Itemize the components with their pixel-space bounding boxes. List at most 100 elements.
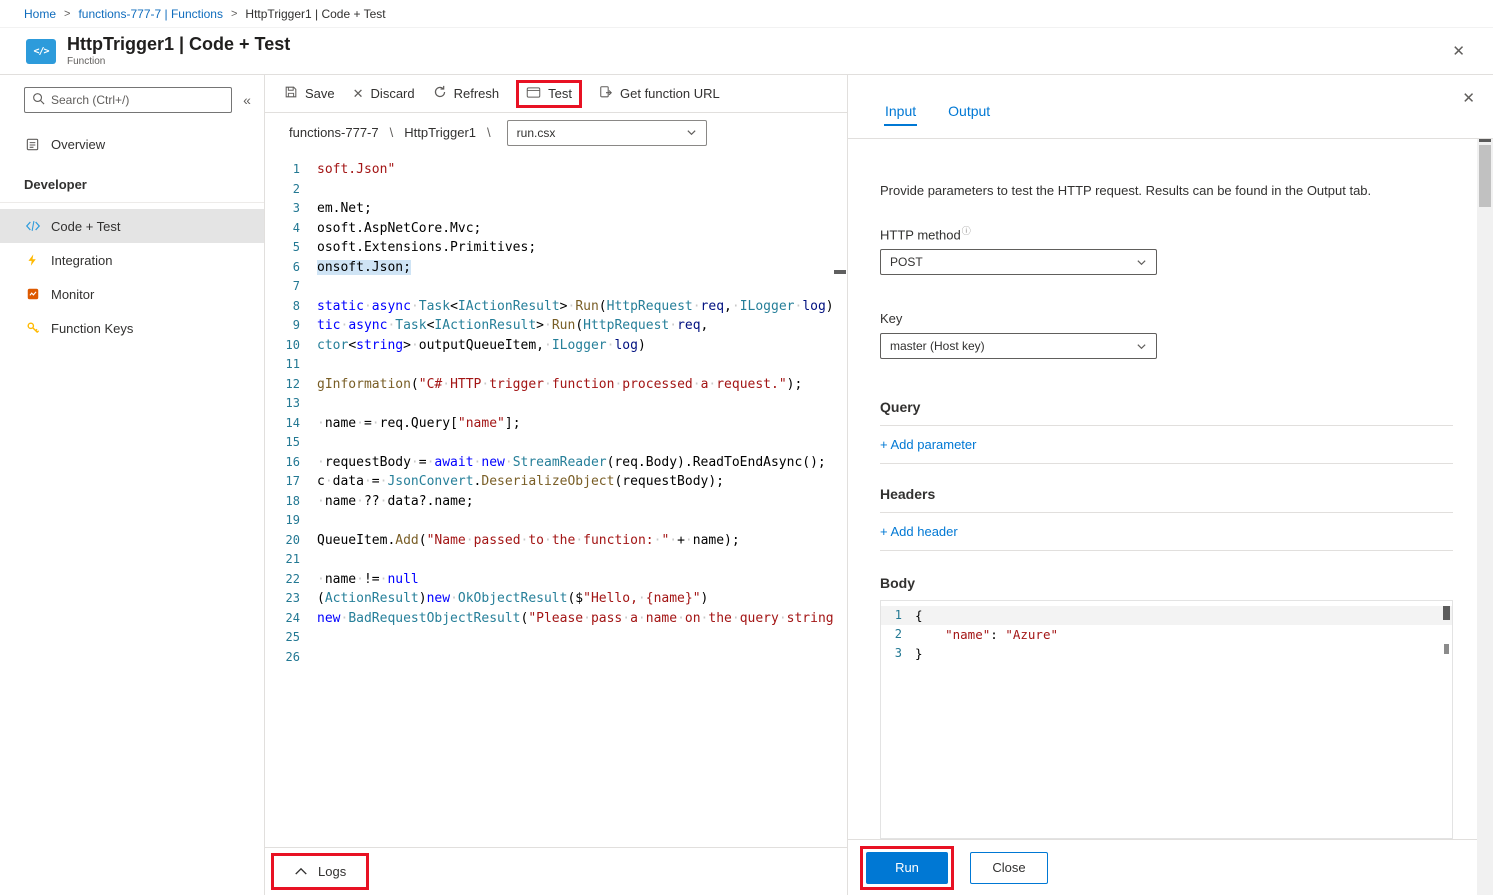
- test-panel: Input Output ✕ Provide parameters to tes…: [848, 75, 1493, 895]
- code-line: 16·requestBody·=·await·new·StreamReader(…: [265, 453, 847, 473]
- key-select[interactable]: master (Host key): [880, 333, 1157, 359]
- code-line: 2 "name": "Azure": [881, 625, 1452, 644]
- save-label: Save: [305, 86, 335, 101]
- http-method-select[interactable]: POST: [880, 249, 1157, 275]
- body-editor-scrollbar[interactable]: [1440, 601, 1452, 838]
- line-number: 22: [265, 570, 317, 590]
- editor-toolbar: Save ✕ Discard Refresh: [265, 75, 847, 113]
- logs-toggle[interactable]: Logs: [274, 856, 366, 887]
- body-editor[interactable]: 1{2 "name": "Azure"3}: [880, 600, 1453, 839]
- add-parameter-link[interactable]: + Add parameter: [880, 426, 1453, 464]
- code-line: 20QueueItem.Add("Name·passed·to·the·func…: [265, 531, 847, 551]
- line-number: 4: [265, 219, 317, 239]
- sidebar-group-developer: Developer: [0, 161, 264, 203]
- test-label: Test: [548, 86, 572, 101]
- code-editor[interactable]: 1soft.Json"23em.Net;4osoft.AspNetCore.Mv…: [265, 152, 847, 847]
- code-line: 8static·async·Task<IActionResult>·Run(Ht…: [265, 297, 847, 317]
- code-line: 22·name·!=·null: [265, 570, 847, 590]
- chevron-down-icon: [686, 127, 697, 138]
- panel-scrollbar[interactable]: [1477, 139, 1493, 895]
- line-number: 8: [265, 297, 317, 317]
- sidebar-item-function-keys[interactable]: Function Keys: [0, 311, 264, 345]
- search-input[interactable]: [51, 93, 224, 107]
- sidebar-item-label: Code + Test: [51, 219, 121, 234]
- run-button[interactable]: Run: [866, 852, 948, 884]
- line-number: 2: [881, 625, 915, 644]
- lightning-icon: [24, 253, 41, 267]
- add-header-link[interactable]: + Add header: [880, 513, 1453, 551]
- test-highlight-box: Test: [516, 80, 582, 108]
- http-method-label: HTTP methodⓘ: [880, 224, 1453, 242]
- line-number: 15: [265, 433, 317, 453]
- get-function-url-button[interactable]: Get function URL: [590, 80, 729, 107]
- line-number: 12: [265, 375, 317, 395]
- file-select[interactable]: run.csx: [507, 120, 707, 146]
- code-line: 1{: [881, 606, 1452, 625]
- code-line: 14·name·=·req.Query["name"];: [265, 414, 847, 434]
- test-button[interactable]: Test: [519, 83, 579, 105]
- sidebar-item-label: Integration: [51, 253, 112, 268]
- line-number: 3: [265, 199, 317, 219]
- line-number: 13: [265, 394, 317, 414]
- breadcrumb-separator: >: [231, 8, 237, 20]
- tab-input[interactable]: Input: [884, 97, 917, 126]
- code-line: 9tic·async·Task<IActionResult>·Run(HttpR…: [265, 316, 847, 336]
- search-box: [24, 87, 232, 113]
- sidebar-item-code-test[interactable]: Code + Test: [0, 209, 264, 243]
- breadcrumb-current: HttpTrigger1 | Code + Test: [245, 7, 385, 21]
- save-icon: [284, 85, 298, 102]
- code-line: 5osoft.Extensions.Primitives;: [265, 238, 847, 258]
- line-number: 21: [265, 550, 317, 570]
- line-number: 26: [265, 648, 317, 668]
- code-line: 1soft.Json": [265, 160, 847, 180]
- line-number: 19: [265, 511, 317, 531]
- link-icon: [599, 85, 613, 102]
- sidebar-collapse-button[interactable]: «: [236, 92, 258, 108]
- sidebar-item-integration[interactable]: Integration: [0, 243, 264, 277]
- code-line: 13: [265, 394, 847, 414]
- body-label: Body: [880, 575, 1453, 591]
- file-select-value: run.csx: [517, 126, 556, 140]
- refresh-button[interactable]: Refresh: [424, 80, 509, 107]
- scrollbar-thumb[interactable]: [1479, 145, 1491, 207]
- discard-button[interactable]: ✕ Discard: [344, 81, 424, 106]
- path-separator: \: [487, 125, 491, 140]
- breadcrumb-link-functions[interactable]: functions-777-7 | Functions: [78, 7, 223, 21]
- scroll-decoration-mark: [1443, 606, 1450, 620]
- scrollbar-top-mark: [1479, 139, 1491, 142]
- code-line: 19: [265, 511, 847, 531]
- close-button[interactable]: Close: [970, 852, 1048, 884]
- save-button[interactable]: Save: [275, 80, 344, 107]
- sidebar: « Overview Developer Code + Test: [0, 75, 265, 895]
- code-line: 21: [265, 550, 847, 570]
- breadcrumb-link-home[interactable]: Home: [24, 7, 56, 21]
- code-line: 2: [265, 180, 847, 200]
- line-number: 17: [265, 472, 317, 492]
- line-number: 6: [265, 258, 317, 278]
- line-number: 1: [265, 160, 317, 180]
- test-panel-actions: Run Close: [848, 839, 1477, 895]
- code-line: 12gInformation("C#·HTTP·trigger·function…: [265, 375, 847, 395]
- close-panel-icon[interactable]: ✕: [1462, 89, 1493, 107]
- code-line: 11: [265, 355, 847, 375]
- sidebar-item-overview[interactable]: Overview: [0, 127, 264, 161]
- close-blade-icon[interactable]: ✕: [1444, 38, 1473, 64]
- line-number: 25: [265, 628, 317, 648]
- path-separator: \: [390, 125, 394, 140]
- code-line: 10ctor<string>·outputQueueItem,·ILogger·…: [265, 336, 847, 356]
- code-line: 3}: [881, 644, 1452, 663]
- sidebar-item-monitor[interactable]: Monitor: [0, 277, 264, 311]
- blade-header: </> HttpTrigger1 | Code + Test Function …: [0, 28, 1493, 75]
- line-number: 3: [881, 644, 915, 663]
- sidebar-item-label: Function Keys: [51, 321, 133, 336]
- azure-portal-window: Home > functions-777-7 | Functions > Htt…: [0, 0, 1493, 895]
- get-function-url-label: Get function URL: [620, 86, 720, 101]
- key-value: master (Host key): [890, 339, 985, 353]
- run-highlight-box: Run: [860, 846, 954, 890]
- editor-scrollbar[interactable]: [833, 152, 847, 847]
- key-label: Key: [880, 311, 1453, 326]
- line-number: 9: [265, 316, 317, 336]
- breadcrumb-separator: >: [64, 8, 70, 20]
- tab-output[interactable]: Output: [947, 97, 991, 126]
- refresh-label: Refresh: [454, 86, 500, 101]
